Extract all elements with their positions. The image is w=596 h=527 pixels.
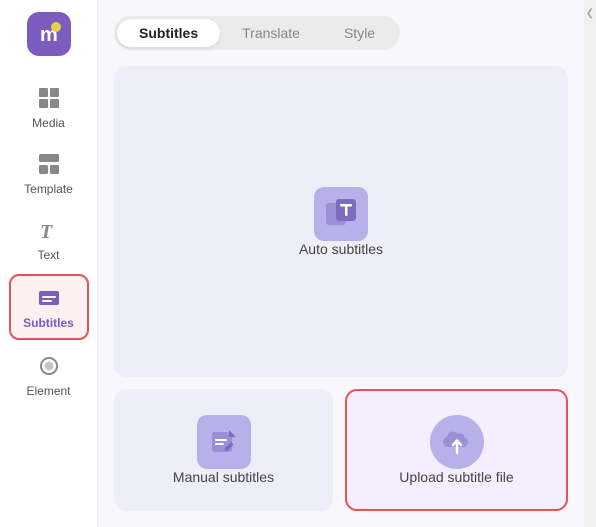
sidebar-item-template[interactable]: Template [9, 142, 89, 204]
element-icon [35, 352, 63, 380]
svg-text:T: T [40, 221, 53, 243]
app-logo: m [27, 12, 71, 56]
manual-subtitles-icon [197, 415, 251, 469]
tab-style[interactable]: Style [322, 19, 397, 47]
template-icon [35, 150, 63, 178]
bottom-card-row: Manual subtitles Upload subtitle file [114, 389, 568, 511]
sidebar-item-text[interactable]: T Text [9, 208, 89, 270]
tab-bar: Subtitles Translate Style [114, 16, 400, 50]
sidebar-item-text-label: Text [37, 248, 59, 262]
sidebar-item-subtitles-label: Subtitles [23, 316, 74, 330]
sidebar-item-template-label: Template [24, 182, 73, 196]
sidebar-item-element[interactable]: Element [9, 344, 89, 406]
scroll-arrow[interactable]: ❮ [586, 8, 594, 19]
main-content: Subtitles Translate Style Auto subtitles [98, 0, 584, 527]
manual-subtitles-label: Manual subtitles [173, 469, 274, 485]
auto-subtitles-icon [314, 187, 368, 241]
tab-translate[interactable]: Translate [220, 19, 322, 47]
sidebar-item-media[interactable]: Media [9, 76, 89, 138]
auto-subtitles-card[interactable]: Auto subtitles [114, 66, 568, 377]
upload-icon [430, 415, 484, 469]
auto-subtitles-label: Auto subtitles [299, 241, 383, 257]
sidebar-item-media-label: Media [32, 116, 65, 130]
scrollbar[interactable]: ❮ [584, 0, 596, 527]
sidebar-item-element-label: Element [26, 384, 70, 398]
sidebar: m Media Template T [0, 0, 98, 527]
sidebar-item-subtitles[interactable]: Subtitles [9, 274, 89, 340]
upload-subtitle-card[interactable]: Upload subtitle file [345, 389, 568, 511]
content-area: Auto subtitles Manual subtitles [114, 66, 568, 511]
tab-subtitles[interactable]: Subtitles [117, 19, 220, 47]
text-icon: T [35, 216, 63, 244]
manual-subtitles-card[interactable]: Manual subtitles [114, 389, 333, 511]
subtitles-icon [35, 284, 63, 312]
media-icon [35, 84, 63, 112]
upload-subtitle-label: Upload subtitle file [399, 469, 513, 485]
